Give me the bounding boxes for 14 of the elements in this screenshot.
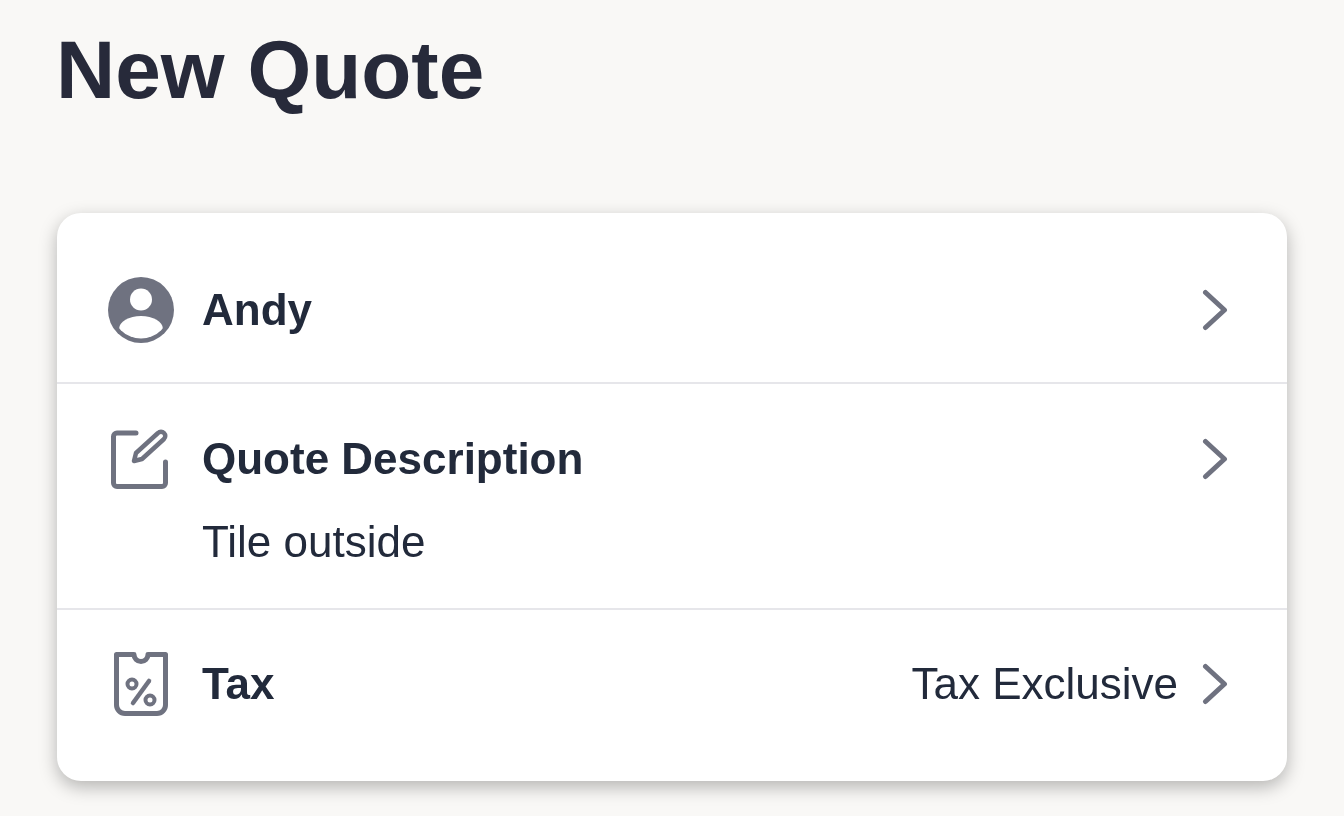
chevron-right-icon xyxy=(1202,438,1228,480)
page-title: New Quote xyxy=(56,23,486,117)
row-label: Quote Description xyxy=(202,433,584,485)
row-value: Tile outside xyxy=(202,516,426,568)
customer-row[interactable]: Andy xyxy=(57,237,1287,384)
chevron-right-icon xyxy=(1202,288,1228,331)
person-icon xyxy=(108,276,174,343)
tax-row[interactable]: Tax Tax Exclusive xyxy=(57,610,1287,757)
percent-receipt-icon xyxy=(113,650,169,717)
row-label: Andy xyxy=(202,283,312,336)
chevron-right-icon xyxy=(1202,662,1228,705)
description-row[interactable]: Quote Description Tile outside xyxy=(57,384,1287,610)
row-value: Tax Exclusive xyxy=(911,657,1178,710)
row-label: Tax xyxy=(202,657,275,710)
